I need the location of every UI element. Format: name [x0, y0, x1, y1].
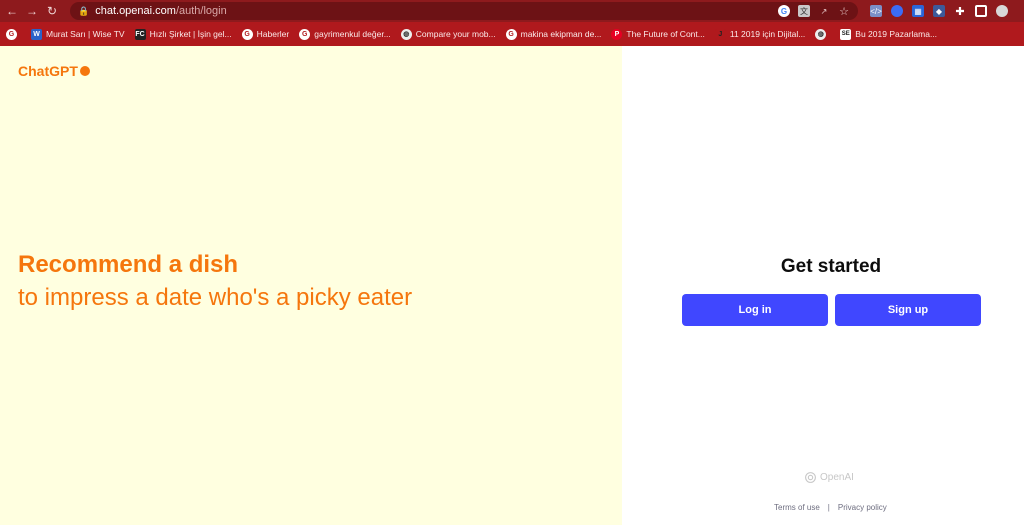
extension-code-icon[interactable]: </> — [870, 5, 882, 17]
bookmark-item[interactable]: Ggayrimenkul değer... — [299, 28, 391, 40]
address-bar[interactable]: 🔒 chat.openai.com /auth/login G 文 ↗ ☆ — [70, 2, 858, 20]
lock-icon: 🔒 — [78, 5, 90, 16]
bookmark-item[interactable]: J 11 2019 için Dijital... — [714, 28, 805, 40]
pinterest-icon: P — [611, 28, 623, 40]
back-arrow-icon[interactable]: ← — [2, 0, 22, 22]
bookmark-item[interactable]: ◍ — [815, 28, 830, 40]
terms-link[interactable]: Terms of use — [774, 503, 820, 512]
openai-icon — [805, 472, 816, 483]
bookmark-item[interactable]: W Murat Sarı | Wise TV — [31, 28, 125, 40]
bookmarks-bar: G W Murat Sarı | Wise TV FC Hızlı Şirket |… — [0, 22, 1024, 46]
brand-name: ChatGPT — [18, 63, 78, 79]
url-path: /auth/login — [175, 5, 227, 17]
extension-tag-icon[interactable]: ◆ — [933, 5, 945, 17]
footer-separator: | — [827, 503, 830, 512]
translate-icon[interactable]: 文 — [798, 5, 810, 17]
google-icon: G — [299, 28, 311, 40]
login-button[interactable]: Log in — [682, 294, 828, 326]
bookmark-item[interactable]: G Haberler — [241, 28, 289, 40]
brand-dot-icon — [79, 66, 90, 76]
j-icon: J — [714, 28, 726, 40]
fc-icon: FC — [134, 28, 146, 40]
globe-icon: ◍ — [815, 28, 827, 40]
chatgpt-logo: ChatGPT — [18, 63, 90, 79]
signup-button[interactable]: Sign up — [835, 294, 981, 326]
page-title: Get started — [780, 256, 882, 277]
google-lens-icon[interactable]: G — [778, 5, 790, 17]
se-icon: SE — [840, 28, 852, 40]
extension-grid-icon[interactable]: ▦ — [912, 5, 924, 17]
bookmark-item[interactable]: G — [6, 28, 21, 40]
openai-logo: OpenAI — [804, 471, 854, 484]
google-icon: G — [241, 28, 253, 40]
bookmark-item[interactable]: SE Bu 2019 Pazarlama... — [840, 28, 937, 40]
profile-avatar-icon[interactable] — [996, 5, 1008, 17]
openai-label: OpenAI — [820, 472, 854, 483]
browser-toolbar: ← → ↻ 🔒 chat.openai.com /auth/login G 文 … — [0, 0, 1024, 22]
bookmark-item[interactable]: Gmakina ekipman de... — [505, 28, 601, 40]
share-icon[interactable]: ↗ — [818, 5, 830, 17]
privacy-link[interactable]: Privacy policy — [838, 503, 887, 512]
bookmark-item[interactable]: P The Future of Cont... — [611, 28, 705, 40]
bookmark-item[interactable]: FC Hızlı Şirket | İşin gel... — [134, 28, 232, 40]
left-panel: ChatGPT Recommend a dish to impress a da… — [0, 46, 622, 525]
right-panel: Get started Log in Sign up OpenAI Terms … — [622, 46, 1024, 525]
bookmark-star-icon[interactable]: ☆ — [838, 5, 850, 18]
extensions-puzzle-icon[interactable]: ✚ — [954, 5, 966, 18]
side-panel-icon[interactable] — [975, 5, 987, 17]
wordpress-icon: W — [31, 28, 42, 40]
url-host: chat.openai.com — [95, 5, 176, 17]
footer-links: Terms of use | Privacy policy — [774, 503, 887, 512]
google-icon: G — [6, 28, 17, 40]
subline: to impress a date who's a picky eater — [18, 284, 413, 311]
headline: Recommend a dish — [18, 251, 239, 278]
reload-icon[interactable]: ↻ — [42, 0, 62, 22]
bookmark-item[interactable]: ◍ Compare your mob... — [400, 28, 496, 40]
forward-arrow-icon[interactable]: → — [22, 0, 42, 22]
google-icon: G — [505, 28, 517, 40]
extension-blue-circle-icon[interactable] — [891, 5, 903, 17]
globe-icon: ◍ — [400, 28, 412, 40]
